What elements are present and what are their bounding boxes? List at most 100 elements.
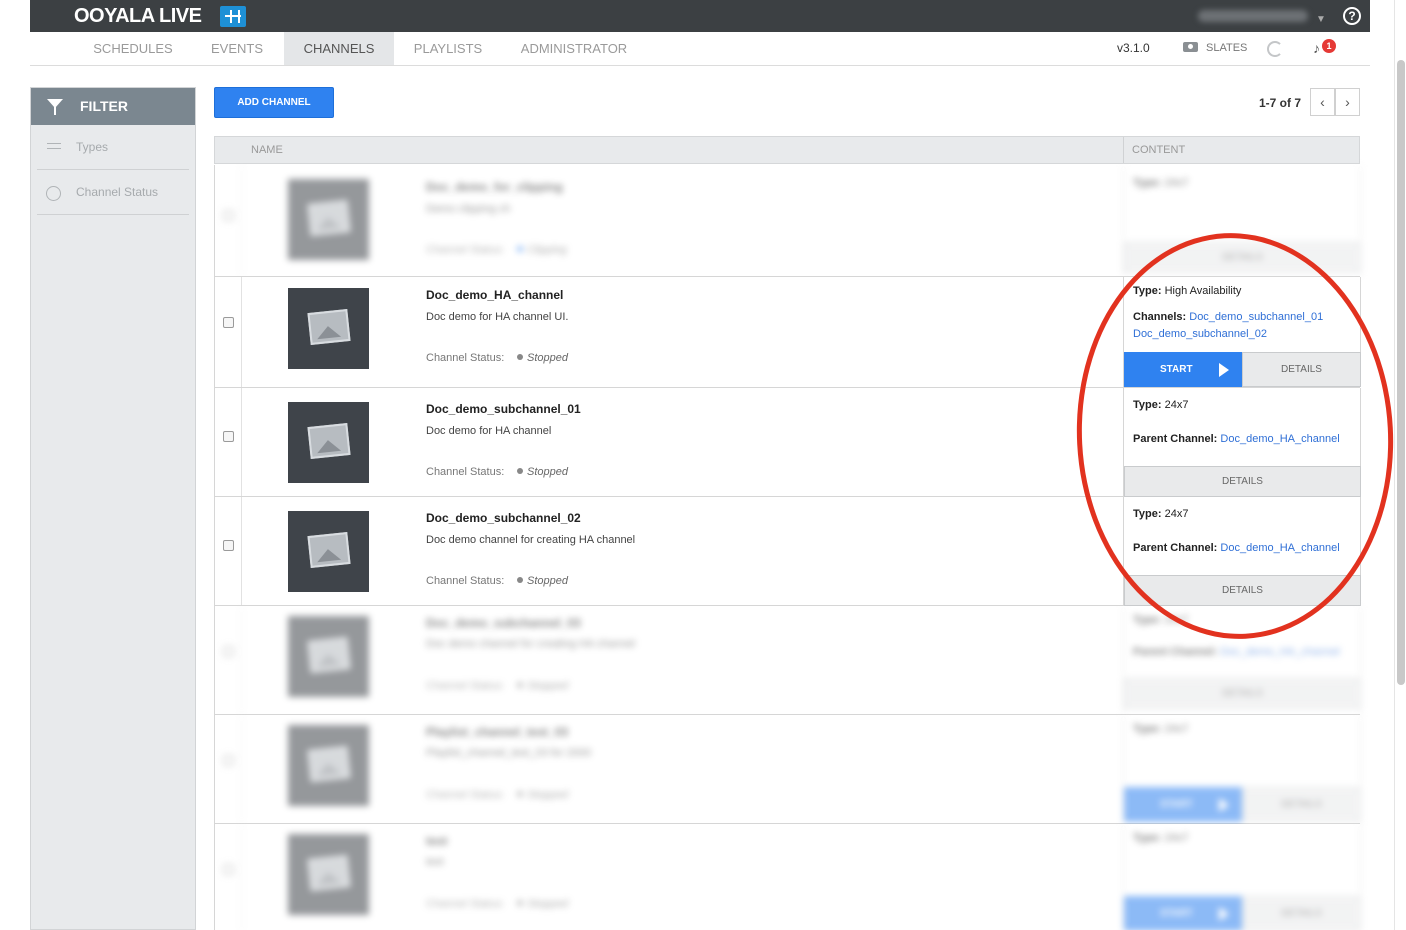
row-checkbox[interactable] [223, 540, 234, 551]
channel-description: Playlist_channel_test_03 for 2000 [426, 747, 592, 759]
funnel-icon [47, 99, 63, 115]
tab-events[interactable]: EVENTS [200, 32, 274, 65]
tab-administrator[interactable]: ADMINISTRATOR [512, 32, 636, 65]
channel-thumbnail[interactable] [288, 402, 369, 483]
table-row[interactable]: Doc_demo_for_clipping Demo clipping ch C… [214, 165, 1361, 277]
row-checkbox[interactable] [223, 210, 234, 221]
parent-channel-link[interactable]: Doc_demo_HA_channel [1220, 433, 1339, 445]
types-icon [47, 143, 61, 149]
channel-description: Doc demo for HA channel UI. [426, 311, 569, 323]
tab-channels[interactable]: CHANNELS [284, 32, 394, 65]
slates-button[interactable]: SLATES [1183, 32, 1247, 65]
refresh-icon[interactable] [1267, 41, 1283, 57]
image-placeholder-icon [307, 745, 351, 783]
channel-thumbnail[interactable] [288, 834, 369, 915]
pager-text: 1-7 of 7 [1259, 96, 1302, 110]
channel-type: Type: 24x7 [1133, 399, 1189, 411]
channel-status-value: Stopped [517, 466, 568, 478]
content-cell: Type: 24x7 START DETAILS [1123, 715, 1361, 823]
tab-schedules[interactable]: SCHEDULES [80, 32, 186, 65]
column-content-header[interactable]: CONTENT [1132, 137, 1185, 163]
top-bar: OOYALA LIVE ▼ ? [30, 0, 1370, 32]
channel-status-label: Channel Status: [426, 466, 505, 478]
details-button[interactable]: DETAILS [1124, 466, 1361, 497]
channel-type: Type: 24x7 [1133, 723, 1189, 735]
user-email[interactable] [1198, 10, 1308, 22]
channel-status-value: Stopped [517, 352, 568, 364]
channel-name[interactable]: Doc_demo_subchannel_01 [426, 402, 581, 416]
channel-name[interactable]: Doc_demo_subchannel_03 [426, 616, 581, 630]
details-button[interactable]: DETAILS [1242, 896, 1361, 930]
filter-channel-status[interactable]: Channel Status [37, 170, 189, 215]
start-button[interactable]: START [1124, 787, 1243, 822]
filter-title: FILTER [80, 98, 128, 114]
channel-thumbnail[interactable] [288, 616, 369, 697]
bell-icon[interactable]: ♪ [1313, 40, 1320, 56]
table-row[interactable]: Playlist_channel_test_03 Playlist_channe… [214, 715, 1361, 824]
channel-status-label: Channel Status: [426, 244, 505, 256]
details-button[interactable]: DETAILS [1124, 242, 1361, 273]
content-cell: Type: 24x7 DETAILS [1123, 165, 1361, 276]
channel-name[interactable]: Playlist_channel_test_03 [426, 725, 568, 739]
channel-type: Type: 24x7 [1133, 508, 1189, 520]
app-logo[interactable]: OOYALA LIVE [74, 5, 202, 28]
row-checkbox[interactable] [223, 755, 234, 766]
details-button[interactable]: DETAILS [1242, 787, 1361, 822]
channel-description: Doc demo channel for creating HA channel [426, 534, 636, 546]
content-cell: Type: 24x7 Parent Channel: Doc_demo_HA_c… [1123, 388, 1361, 497]
table-row[interactable]: test test Channel Status: Stopped Type: … [214, 824, 1361, 930]
add-channel-button[interactable]: ADD CHANNEL [214, 87, 334, 118]
channel-name[interactable]: Doc_demo_subchannel_02 [426, 511, 581, 525]
version-label: v3.1.0 [1117, 41, 1150, 55]
parent-channel-link[interactable]: Doc_demo_HA_channel [1220, 542, 1339, 554]
channel-thumbnail[interactable] [288, 179, 369, 260]
channel-thumbnail[interactable] [288, 725, 369, 806]
parent-channel: Parent Channel: Doc_demo_HA_channel [1133, 433, 1340, 445]
row-checkbox[interactable] [223, 864, 234, 875]
channel-description: Doc demo for HA channel [426, 425, 552, 437]
details-button[interactable]: DETAILS [1124, 575, 1361, 606]
table-row[interactable]: Doc_demo_subchannel_02 Doc demo channel … [214, 497, 1361, 606]
start-button[interactable]: START [1124, 352, 1243, 387]
channel-name[interactable]: test [426, 834, 447, 848]
filter-header[interactable]: FILTER [31, 88, 195, 125]
row-checkbox[interactable] [223, 431, 234, 442]
channel-status-value: Stopped [517, 898, 568, 910]
play-icon [1219, 907, 1229, 921]
user-menu-chevron-icon[interactable]: ▼ [1316, 14, 1326, 25]
content-cell: Type: 24x7 Parent Channel: Doc_demo_HA_c… [1123, 606, 1361, 714]
channel-status-label: Channel Status: [426, 352, 505, 364]
tab-playlists[interactable]: PLAYLISTS [404, 32, 492, 65]
channel-thumbnail[interactable] [288, 511, 369, 592]
main-nav: SCHEDULES EVENTS CHANNELS PLAYLISTS ADMI… [30, 32, 1370, 66]
channel-type: Type: 24x7 [1133, 614, 1189, 626]
next-page-button[interactable]: › [1335, 88, 1360, 116]
filter-types-label: Types [76, 140, 109, 154]
filter-channel-status-label: Channel Status [76, 185, 159, 199]
notification-badge[interactable]: 1 [1322, 39, 1336, 53]
start-button[interactable]: START [1124, 896, 1243, 930]
channel-name[interactable]: Doc_demo_for_clipping [426, 180, 563, 194]
filter-types[interactable]: Types [37, 125, 189, 170]
row-checkbox[interactable] [223, 317, 234, 328]
help-icon[interactable]: ? [1343, 7, 1361, 25]
prev-page-button[interactable]: ‹ [1310, 88, 1335, 116]
subchannel-link[interactable]: Doc_demo_subchannel_01 [1189, 311, 1323, 323]
image-placeholder-icon [307, 854, 351, 892]
subchannel-link[interactable]: Doc_demo_subchannel_02 [1133, 328, 1267, 340]
channel-thumbnail[interactable] [288, 288, 369, 369]
scrollbar-thumb[interactable] [1397, 60, 1405, 685]
page-scrollbar[interactable] [1394, 0, 1406, 930]
parent-channel: Parent Channel: Doc_demo_HA_channel [1133, 542, 1340, 554]
details-button[interactable]: DETAILS [1124, 678, 1361, 709]
table-row[interactable]: Doc_demo_HA_channel Doc demo for HA chan… [214, 277, 1361, 388]
table-row[interactable]: Doc_demo_subchannel_03 Doc demo channel … [214, 606, 1361, 715]
details-button[interactable]: DETAILS [1242, 352, 1361, 387]
column-name-header[interactable]: NAME [251, 137, 283, 163]
row-checkbox[interactable] [223, 646, 234, 657]
table-row[interactable]: Doc_demo_subchannel_01 Doc demo for HA c… [214, 388, 1361, 497]
channel-description: Doc demo channel for creating HA channel [426, 638, 636, 650]
channel-description: test [426, 856, 444, 868]
channel-name[interactable]: Doc_demo_HA_channel [426, 288, 563, 302]
channel-status-label: Channel Status: [426, 789, 505, 801]
